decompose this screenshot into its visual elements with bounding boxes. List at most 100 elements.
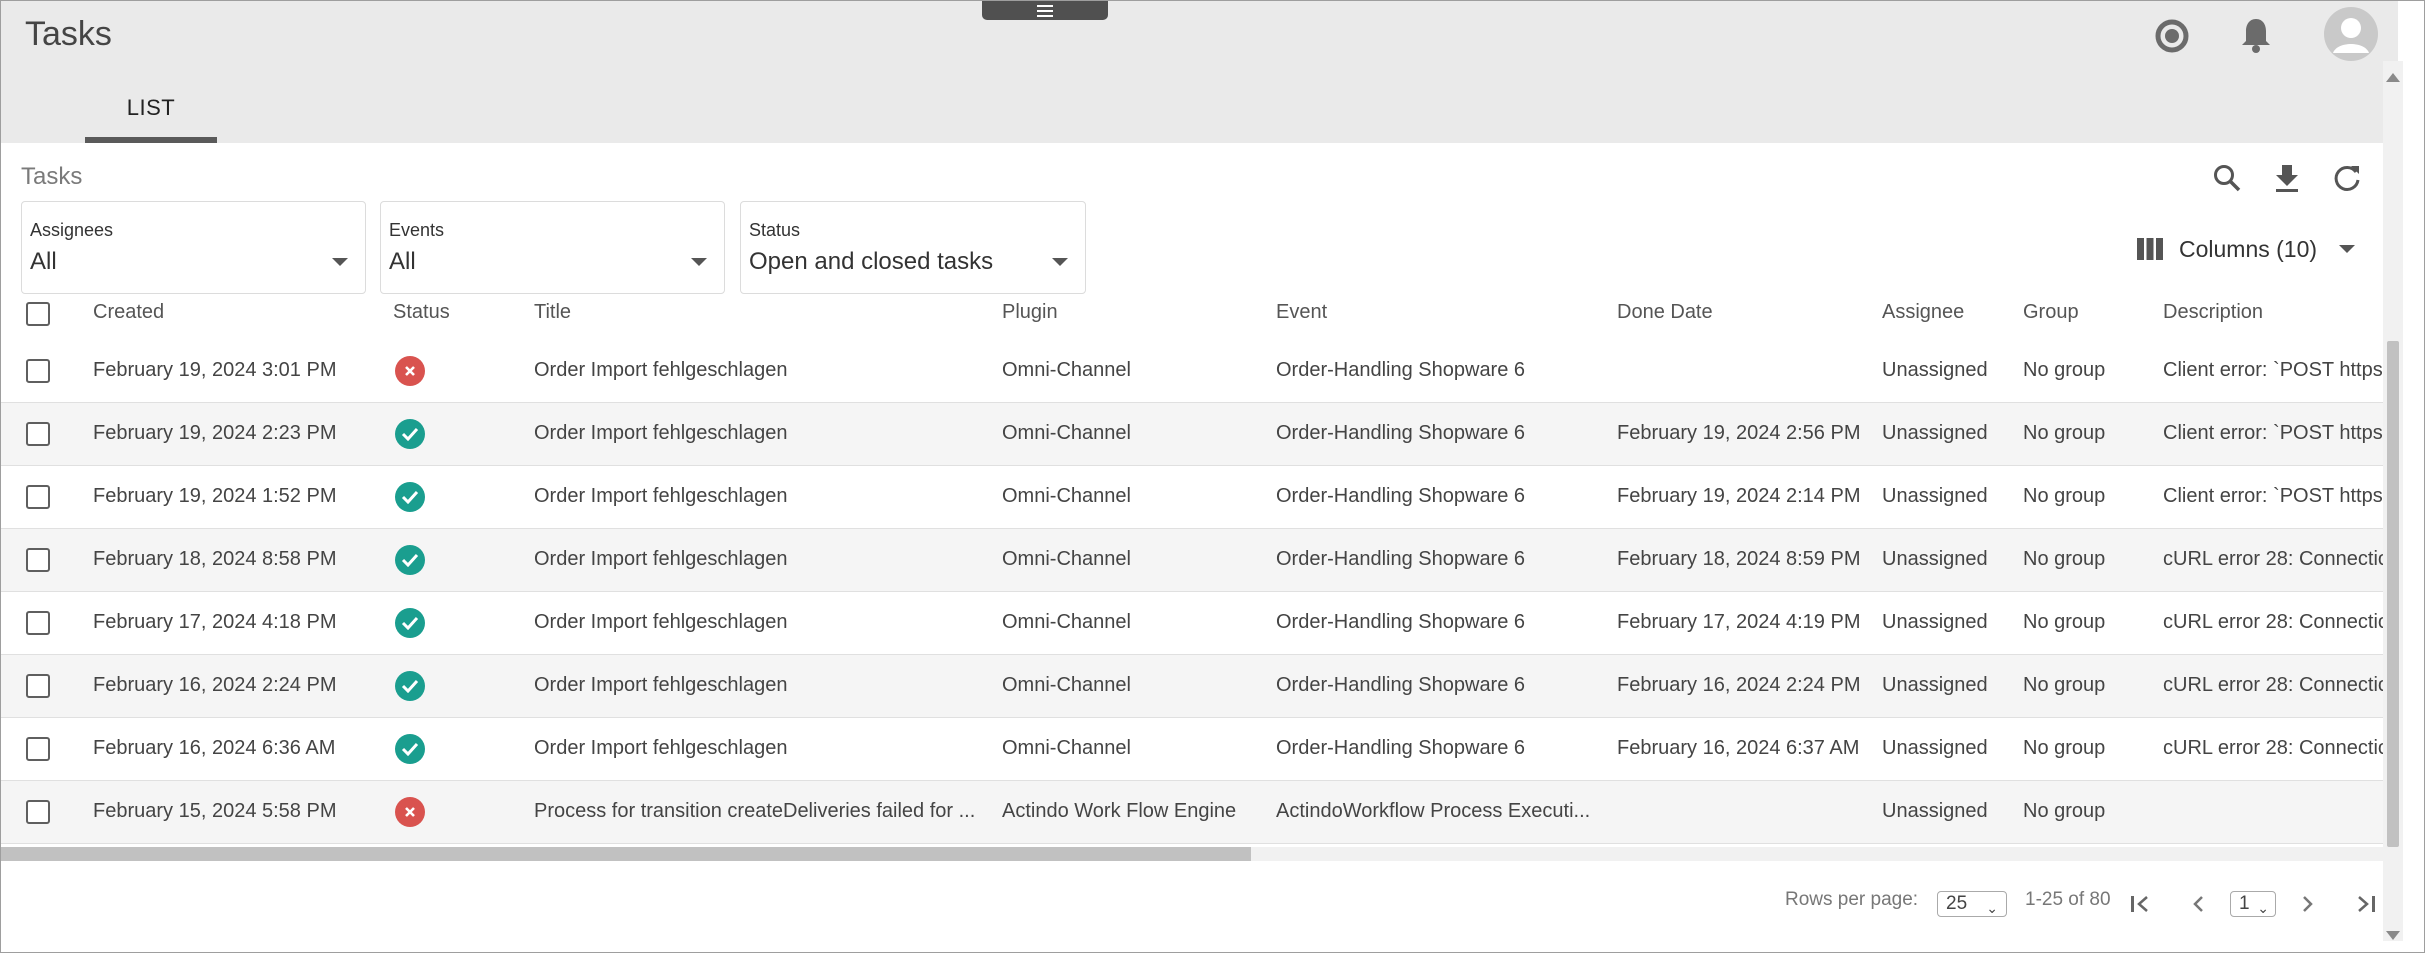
columns-button[interactable]: Columns (10): [2137, 231, 2356, 267]
cell-done-date: February 16, 2024 2:24 PM: [1617, 674, 1861, 696]
cell-group: No group: [2023, 359, 2106, 381]
status-filter-label: Status: [749, 220, 801, 240]
cell-plugin: Omni-Channel: [1002, 611, 1131, 633]
table-row[interactable]: February 19, 2024 2:23 PM Order Import fe…: [1, 403, 2384, 466]
cell-plugin: Omni-Channel: [1002, 548, 1131, 570]
row-checkbox[interactable]: [26, 422, 50, 446]
page-select-value: 1: [2239, 893, 2250, 914]
cell-done-date: February 17, 2024 4:19 PM: [1617, 611, 1861, 633]
table-row[interactable]: February 16, 2024 6:36 AM Order Import fe…: [1, 718, 2384, 781]
cell-group: No group: [2023, 800, 2106, 822]
chevron-down-icon: [1052, 258, 1068, 266]
table-row[interactable]: February 19, 2024 1:52 PM Order Import fe…: [1, 466, 2384, 529]
column-header-description[interactable]: Description: [2163, 301, 2263, 324]
next-page-button[interactable]: [2291, 887, 2325, 921]
cell-created: February 17, 2024 4:18 PM: [93, 611, 337, 633]
refresh-icon[interactable]: [2328, 159, 2366, 197]
cell-description: cURL error 28: Connection: [2163, 674, 2384, 696]
horizontal-scrollbar-thumb[interactable]: [1, 847, 1251, 861]
row-checkbox[interactable]: [26, 359, 50, 383]
scroll-down-arrow-icon[interactable]: [2386, 931, 2400, 940]
events-filter-label: Events: [389, 220, 445, 240]
table-row[interactable]: February 16, 2024 2:24 PM Order Import fe…: [1, 655, 2384, 718]
row-checkbox[interactable]: [26, 548, 50, 572]
status-done-icon: [395, 419, 425, 449]
cell-assignee: Unassigned: [1882, 485, 1988, 507]
chevron-right-icon: [2303, 896, 2313, 912]
status-filter-value: Open and closed tasks: [749, 248, 994, 275]
chevron-down-icon: ⌄: [2257, 900, 2269, 916]
tab-list[interactable]: LIST: [85, 87, 217, 143]
column-header-status[interactable]: Status: [393, 301, 450, 324]
column-header-created[interactable]: Created: [93, 301, 164, 324]
vertical-scrollbar-thumb[interactable]: [2387, 341, 2399, 847]
cell-group: No group: [2023, 548, 2106, 570]
chevron-down-icon: ⌄: [1986, 900, 1998, 916]
select-all-checkbox[interactable]: [26, 302, 50, 326]
circle-status-icon[interactable]: [2155, 19, 2189, 58]
row-checkbox[interactable]: [26, 485, 50, 509]
column-header-done-date[interactable]: Done Date: [1617, 301, 1713, 324]
column-header-event[interactable]: Event: [1276, 301, 1327, 324]
rows-per-page-select[interactable]: 25 ⌄: [1937, 891, 2007, 917]
cell-description: Client error: `POST https:/: [2163, 485, 2384, 507]
cell-created: February 19, 2024 1:52 PM: [93, 485, 337, 507]
first-page-button[interactable]: [2123, 887, 2157, 921]
cell-title: Order Import fehlgeschlagen: [534, 485, 788, 507]
column-header-assignee[interactable]: Assignee: [1882, 301, 1964, 324]
status-done-icon: [395, 734, 425, 764]
horizontal-scrollbar[interactable]: [1, 847, 2384, 861]
last-page-icon: [2358, 896, 2375, 912]
cell-event: Order-Handling Shopware 6: [1276, 359, 1526, 381]
cell-description: cURL error 28: Connection: [2163, 611, 2384, 633]
tasks-table: Created Status Title Plugin Event Done D…: [1, 291, 2384, 847]
download-icon[interactable]: [2268, 159, 2306, 197]
table-row[interactable]: February 17, 2024 4:18 PM Order Import fe…: [1, 592, 2384, 655]
scroll-up-arrow-icon[interactable]: [2386, 73, 2400, 82]
status-done-icon: [395, 608, 425, 638]
row-checkbox[interactable]: [26, 674, 50, 698]
tab-active-indicator: [85, 137, 217, 143]
table-row[interactable]: February 19, 2024 3:01 PM Order Import fe…: [1, 340, 2384, 403]
status-done-icon: [395, 545, 425, 575]
search-icon[interactable]: [2208, 159, 2246, 197]
row-checkbox[interactable]: [26, 737, 50, 761]
first-page-icon: [2131, 896, 2148, 912]
cell-done-date: February 16, 2024 6:37 AM: [1617, 737, 1860, 759]
partially-visible-row: [1, 825, 2384, 845]
cell-assignee: Unassigned: [1882, 737, 1988, 759]
page-select[interactable]: 1 ⌄: [2230, 891, 2276, 917]
status-filter[interactable]: Status Open and closed tasks: [740, 201, 1086, 294]
cell-group: No group: [2023, 737, 2106, 759]
chevron-left-icon: [2193, 896, 2203, 912]
column-header-plugin[interactable]: Plugin: [1002, 301, 1058, 324]
cell-title: Order Import fehlgeschlagen: [534, 611, 788, 633]
previous-page-button[interactable]: [2181, 887, 2215, 921]
cell-title: Order Import fehlgeschlagen: [534, 548, 788, 570]
cell-done-date: February 18, 2024 8:59 PM: [1617, 548, 1861, 570]
assignees-filter[interactable]: Assignees All: [21, 201, 366, 294]
row-checkbox[interactable]: [26, 800, 50, 824]
bell-icon[interactable]: [2238, 15, 2274, 60]
chevron-down-icon: [691, 258, 707, 266]
cell-assignee: Unassigned: [1882, 674, 1988, 696]
cell-title: Order Import fehlgeschlagen: [534, 737, 788, 759]
hamburger-icon: [1037, 4, 1053, 17]
avatar[interactable]: [2324, 7, 2378, 66]
rows-per-page-label: Rows per page:: [1785, 889, 1919, 910]
menu-toggle-button[interactable]: [982, 1, 1108, 20]
cell-event: Order-Handling Shopware 6: [1276, 485, 1526, 507]
cell-title: Process for transition createDeliveries …: [534, 800, 974, 822]
columns-icon: [2137, 238, 2163, 260]
table-row[interactable]: February 18, 2024 8:58 PM Order Import fe…: [1, 529, 2384, 592]
last-page-button[interactable]: [2349, 887, 2383, 921]
row-checkbox[interactable]: [26, 611, 50, 635]
cell-created: February 19, 2024 2:23 PM: [93, 422, 337, 444]
cell-assignee: Unassigned: [1882, 800, 1988, 822]
column-header-title[interactable]: Title: [534, 301, 571, 324]
page-title: Tasks: [25, 15, 112, 53]
cell-title: Order Import fehlgeschlagen: [534, 359, 788, 381]
assignees-filter-label: Assignees: [30, 220, 114, 240]
column-header-group[interactable]: Group: [2023, 301, 2079, 324]
events-filter[interactable]: Events All: [380, 201, 725, 294]
